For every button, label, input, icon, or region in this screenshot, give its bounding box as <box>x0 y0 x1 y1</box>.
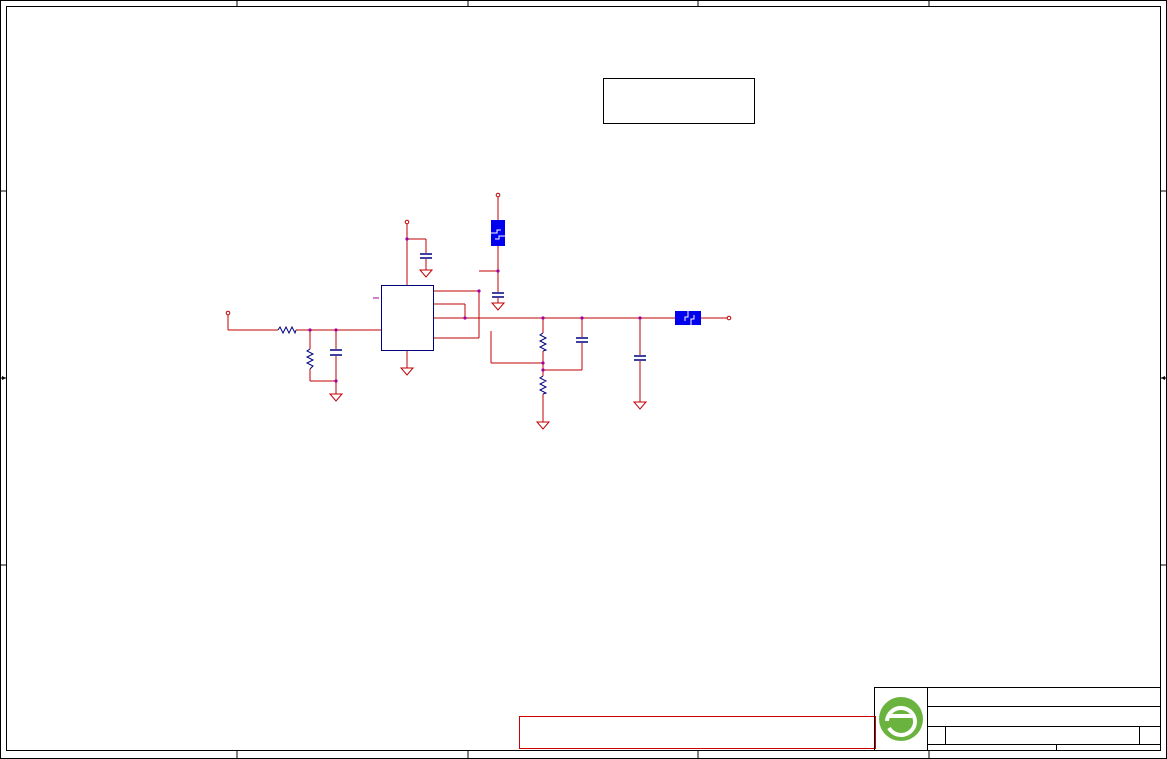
resistor-input <box>277 325 297 335</box>
ferrite-bead-output <box>675 311 701 325</box>
ground-icon <box>328 393 344 402</box>
junctions <box>308 237 642 383</box>
vcc-terminal <box>404 219 410 225</box>
resistor-fb-top <box>538 332 548 352</box>
outer-border <box>0 0 1167 759</box>
capacitors <box>330 253 646 361</box>
ground-icon <box>490 302 506 311</box>
ground-icon <box>535 421 551 430</box>
resistor-fb-bottom <box>538 375 548 395</box>
capacitor-output <box>634 355 646 361</box>
ground-icon <box>399 367 415 376</box>
resistors <box>277 325 548 395</box>
header-note-box <box>603 78 755 124</box>
schematic-sheet <box>0 0 1167 759</box>
regulator-ic <box>381 285 434 351</box>
wires <box>227 197 727 422</box>
company-logo-e-icon <box>879 697 923 741</box>
schematic-canvas <box>0 0 1167 759</box>
inner-border <box>6 6 1161 751</box>
revision-note-box <box>519 716 876 749</box>
ground-symbols <box>328 269 648 430</box>
capacitor-vin <box>492 292 504 298</box>
ground-icon <box>418 269 434 278</box>
capacitor-input <box>330 349 342 356</box>
ferrite-bead-input <box>491 220 505 246</box>
output-terminal <box>726 315 732 321</box>
capacitor-vcc <box>420 253 432 259</box>
capacitor-feedforward <box>576 337 588 343</box>
ground-icon <box>632 401 648 410</box>
vin-terminal <box>495 192 501 198</box>
drawing-frame <box>0 0 1167 759</box>
resistor-divider <box>305 348 315 370</box>
zone-arrows <box>2 376 1165 380</box>
input-terminal <box>225 310 231 316</box>
